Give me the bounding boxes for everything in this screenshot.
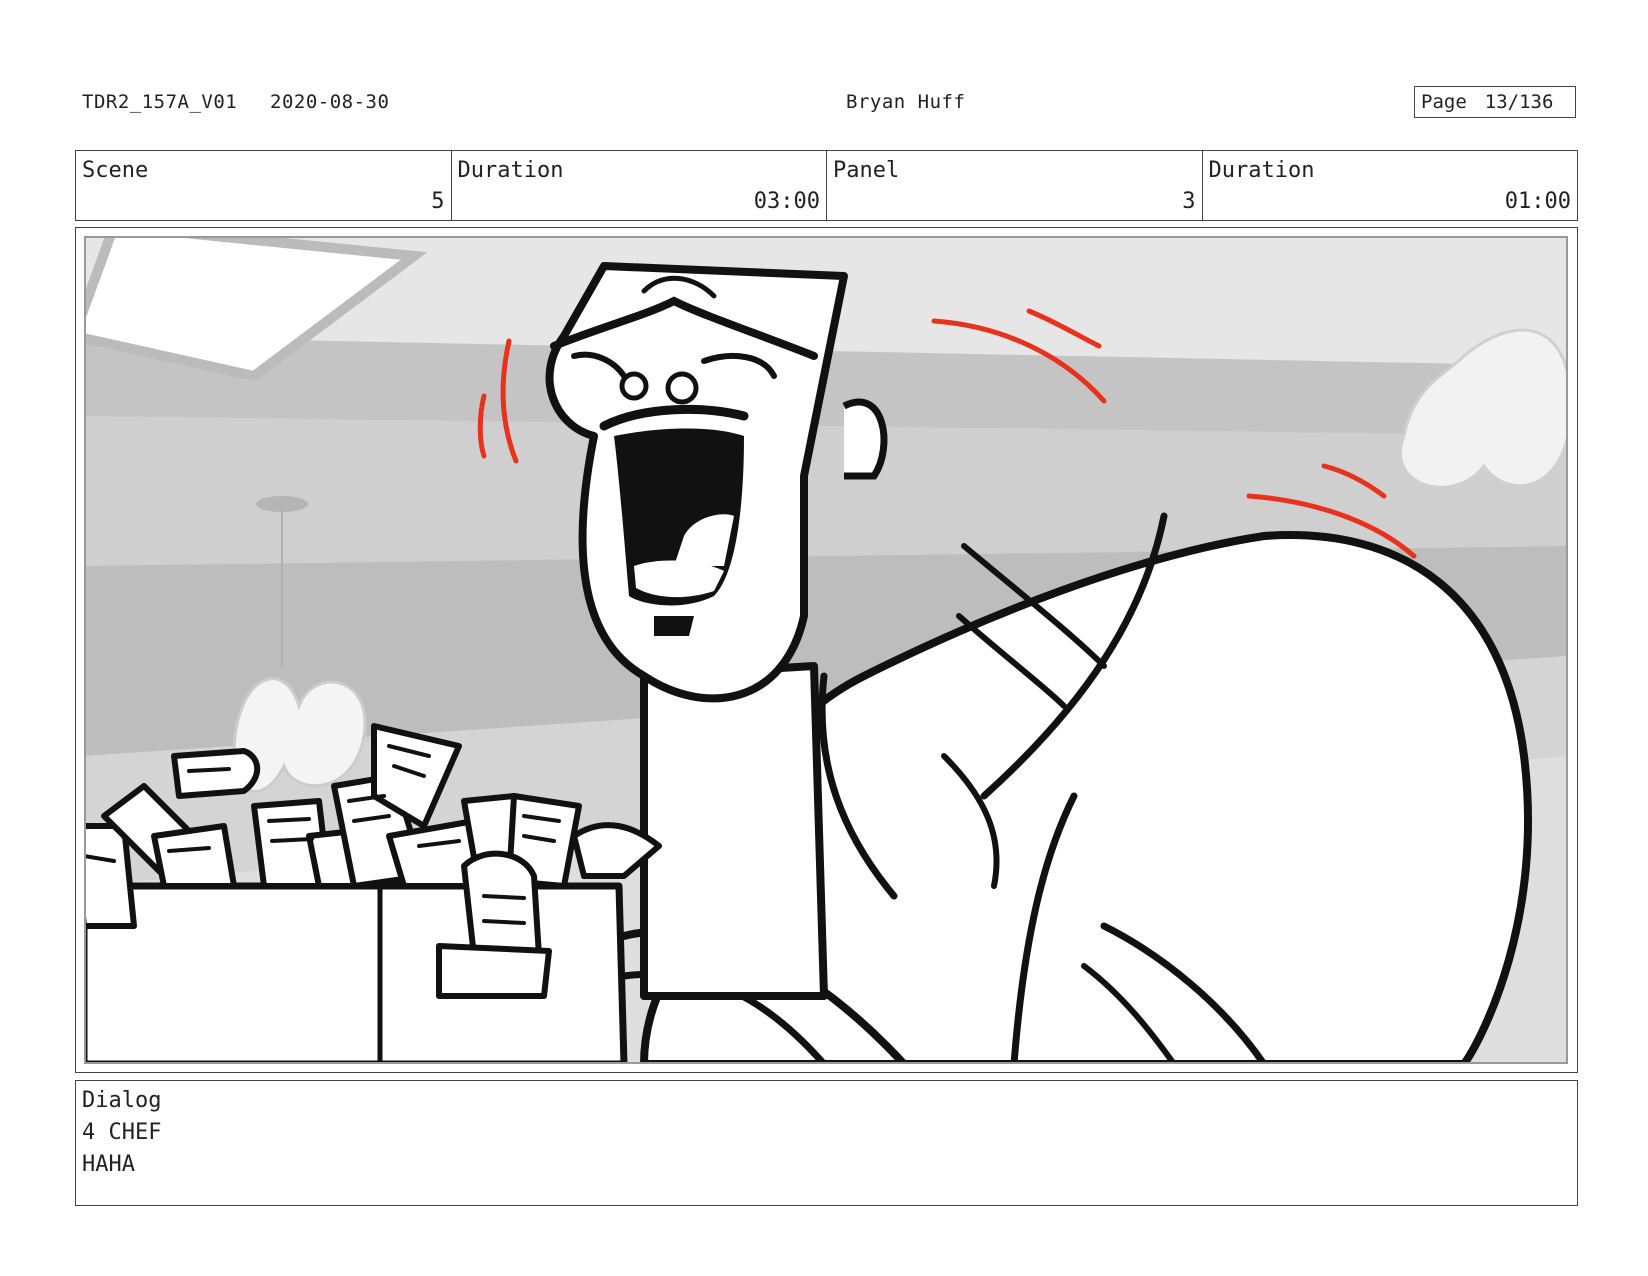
dialog-box: Dialog 4 CHEF HAHA bbox=[75, 1080, 1578, 1206]
scene-duration-cell: Duration 03:00 bbox=[452, 151, 827, 220]
ticket-line bbox=[267, 817, 311, 823]
order-ticket bbox=[151, 823, 237, 889]
nose-icon bbox=[619, 371, 649, 401]
chef-neck bbox=[640, 662, 828, 1000]
order-ticket bbox=[461, 850, 542, 959]
scene-value: 5 bbox=[431, 189, 445, 214]
panel-duration-cell: Duration 01:00 bbox=[1203, 151, 1578, 220]
scene-label: Scene bbox=[82, 158, 149, 183]
author-name: Bryan Huff bbox=[846, 91, 966, 113]
dialog-character: 4 CHEF bbox=[82, 1120, 162, 1145]
chef-teeth bbox=[634, 560, 724, 598]
ticket-line bbox=[187, 767, 231, 773]
panel-duration-label: Duration bbox=[1208, 158, 1315, 183]
panel-cell: Panel 3 bbox=[827, 151, 1203, 220]
panel-duration-value: 01:00 bbox=[1504, 189, 1571, 214]
board-date: 2020-08-30 bbox=[270, 91, 390, 113]
scene-cell: Scene 5 bbox=[76, 151, 452, 220]
dialog-line: HAHA bbox=[82, 1152, 135, 1177]
storyboard-drawing bbox=[84, 236, 1568, 1064]
scene-duration-label: Duration bbox=[457, 158, 564, 183]
scene-duration-value: 03:00 bbox=[753, 189, 820, 214]
order-ticket bbox=[171, 748, 261, 799]
page-number: 13/136 bbox=[1484, 91, 1554, 113]
ticket-line bbox=[270, 837, 314, 843]
ticket-line bbox=[482, 894, 526, 900]
page-indicator: Page 13/136 bbox=[1414, 86, 1576, 118]
project-id: TDR2_157A_V01 bbox=[82, 91, 238, 113]
page-label: Page bbox=[1421, 91, 1467, 113]
ticket-line bbox=[482, 919, 526, 925]
chef-chin bbox=[654, 616, 694, 636]
panel-label: Panel bbox=[833, 158, 900, 183]
order-ticket bbox=[436, 943, 552, 999]
dialog-label: Dialog bbox=[82, 1088, 162, 1113]
info-bar: Scene 5 Duration 03:00 Panel 3 Duration … bbox=[75, 150, 1578, 221]
panel-value: 3 bbox=[1182, 189, 1196, 214]
nose-icon bbox=[665, 371, 699, 405]
chef-ear bbox=[842, 398, 888, 480]
